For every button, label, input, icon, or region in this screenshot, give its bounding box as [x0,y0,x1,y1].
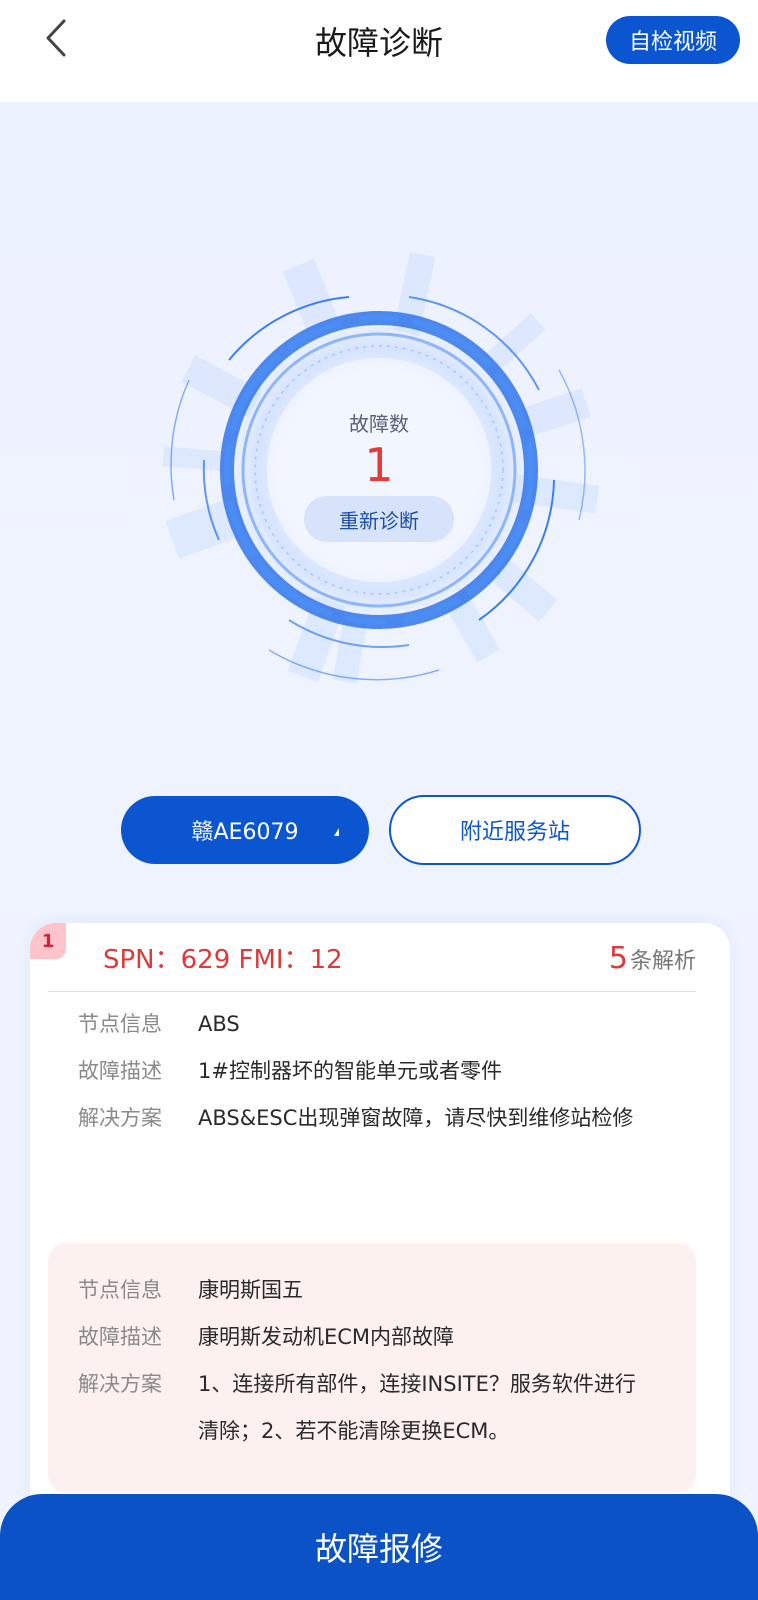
info-row-solution: 解决方案 ABS&ESC出现弹窗故障，请尽快到维修站检修 [48,1095,696,1142]
fault-entry: 节点信息 ABS 故障描述 1#控制器坏的智能单元或者零件 解决方案 ABS&E… [48,995,696,1142]
fault-diagnosis-page: 故障诊断 自检视频 故障数 1 重新诊断 赣AE6079 附近服务站 1 SPN… [0,0,758,1600]
self-check-video-button[interactable]: 自检视频 [606,16,740,64]
nearby-station-button[interactable]: 附近服务站 [389,795,641,865]
fault-count-label: 故障数 [349,412,409,436]
fault-entry: 节点信息 康明斯国五 故障描述 康明斯发动机ECM内部故障 解决方案 1、连接所… [48,1243,696,1493]
spn-fmi-code: SPN：629 FMI：12 [103,945,343,975]
info-row-solution: 解决方案 1、连接所有部件，连接INSITE？服务软件进行清除；2、若不能清除更… [48,1361,696,1455]
node-label: 节点信息 [78,1012,162,1036]
info-row-node: 节点信息 康明斯国五 [48,1267,696,1314]
node-value: 康明斯国五 [198,1278,303,1302]
solution-label: 解决方案 [78,1372,162,1396]
node-label: 节点信息 [78,1278,162,1302]
analysis-count-suffix: 条解析 [629,949,696,974]
solution-label: 解决方案 [78,1106,162,1130]
fault-count-value: 1 [364,438,394,492]
header: 故障诊断 自检视频 [0,0,758,102]
info-row-description: 故障描述 康明斯发动机ECM内部故障 [48,1314,696,1361]
solution-value: ABS&ESC出现弹窗故障，请尽快到维修站检修 [198,1106,634,1130]
solution-value: 1、连接所有部件，连接INSITE？服务软件进行清除；2、若不能清除更换ECM。 [198,1372,636,1443]
info-row-description: 故障描述 1#控制器坏的智能单元或者零件 [48,1048,696,1095]
analysis-count[interactable]: 5条解析 [609,941,696,976]
description-value: 康明斯发动机ECM内部故障 [198,1325,455,1349]
plate-selector[interactable]: 赣AE6079 [121,796,369,864]
info-row-node: 节点信息 ABS [48,1001,696,1048]
rediagnose-button[interactable]: 重新诊断 [304,496,454,542]
description-label: 故障描述 [78,1325,162,1349]
card-divider [48,991,696,992]
fault-repair-button[interactable]: 故障报修 [0,1494,758,1600]
analysis-count-number: 5 [608,941,628,976]
description-value: 1#控制器坏的智能单元或者零件 [198,1059,502,1083]
plate-value: 赣AE6079 [191,820,299,845]
fault-index-badge: 1 [30,923,66,959]
node-value: ABS [198,1012,240,1036]
description-label: 故障描述 [78,1059,162,1083]
caret-down-icon [334,828,339,836]
